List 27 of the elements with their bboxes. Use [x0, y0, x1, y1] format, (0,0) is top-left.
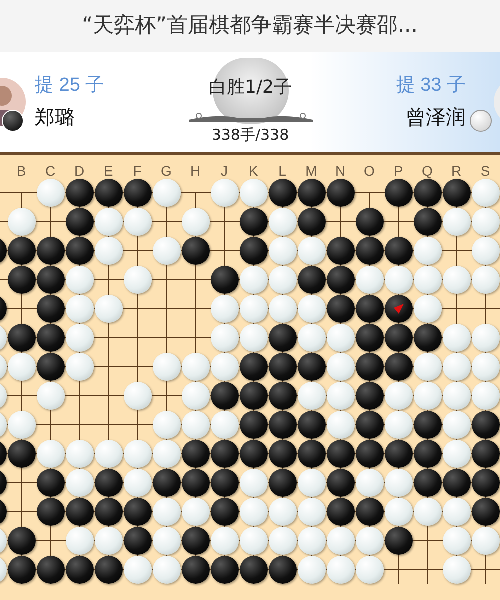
player-name: 曾泽润 — [406, 104, 466, 132]
stone-icon — [470, 110, 492, 132]
column-label: Q — [422, 164, 433, 178]
column-label: E — [104, 164, 114, 178]
column-label: G — [161, 164, 172, 178]
column-label: N — [335, 164, 346, 178]
column-label: H — [190, 164, 201, 178]
column-label: P — [394, 164, 404, 178]
column-label: M — [306, 164, 318, 178]
game-result: 白胜1/2子 — [209, 76, 292, 100]
stone-icon — [2, 110, 24, 132]
column-label: O — [364, 164, 375, 178]
column-label: L — [278, 164, 286, 178]
window-title: “天弈杯”首届棋都争霸赛半决赛邵... — [82, 12, 418, 40]
last-move-marker-icon — [394, 304, 404, 314]
column-label: K — [248, 164, 258, 178]
captures-count: 提 25 子 — [35, 74, 106, 98]
column-label: C — [45, 164, 56, 178]
column-label: F — [133, 164, 142, 178]
column-label: J — [221, 164, 228, 178]
player-name: 郑璐 — [35, 104, 76, 132]
captures-count: 提 33 子 — [396, 74, 466, 98]
column-label: B — [16, 164, 26, 178]
move-counter: 338手/338 — [212, 124, 290, 146]
column-label: R — [451, 164, 462, 178]
column-label: S — [480, 164, 490, 178]
column-label: D — [74, 164, 85, 178]
